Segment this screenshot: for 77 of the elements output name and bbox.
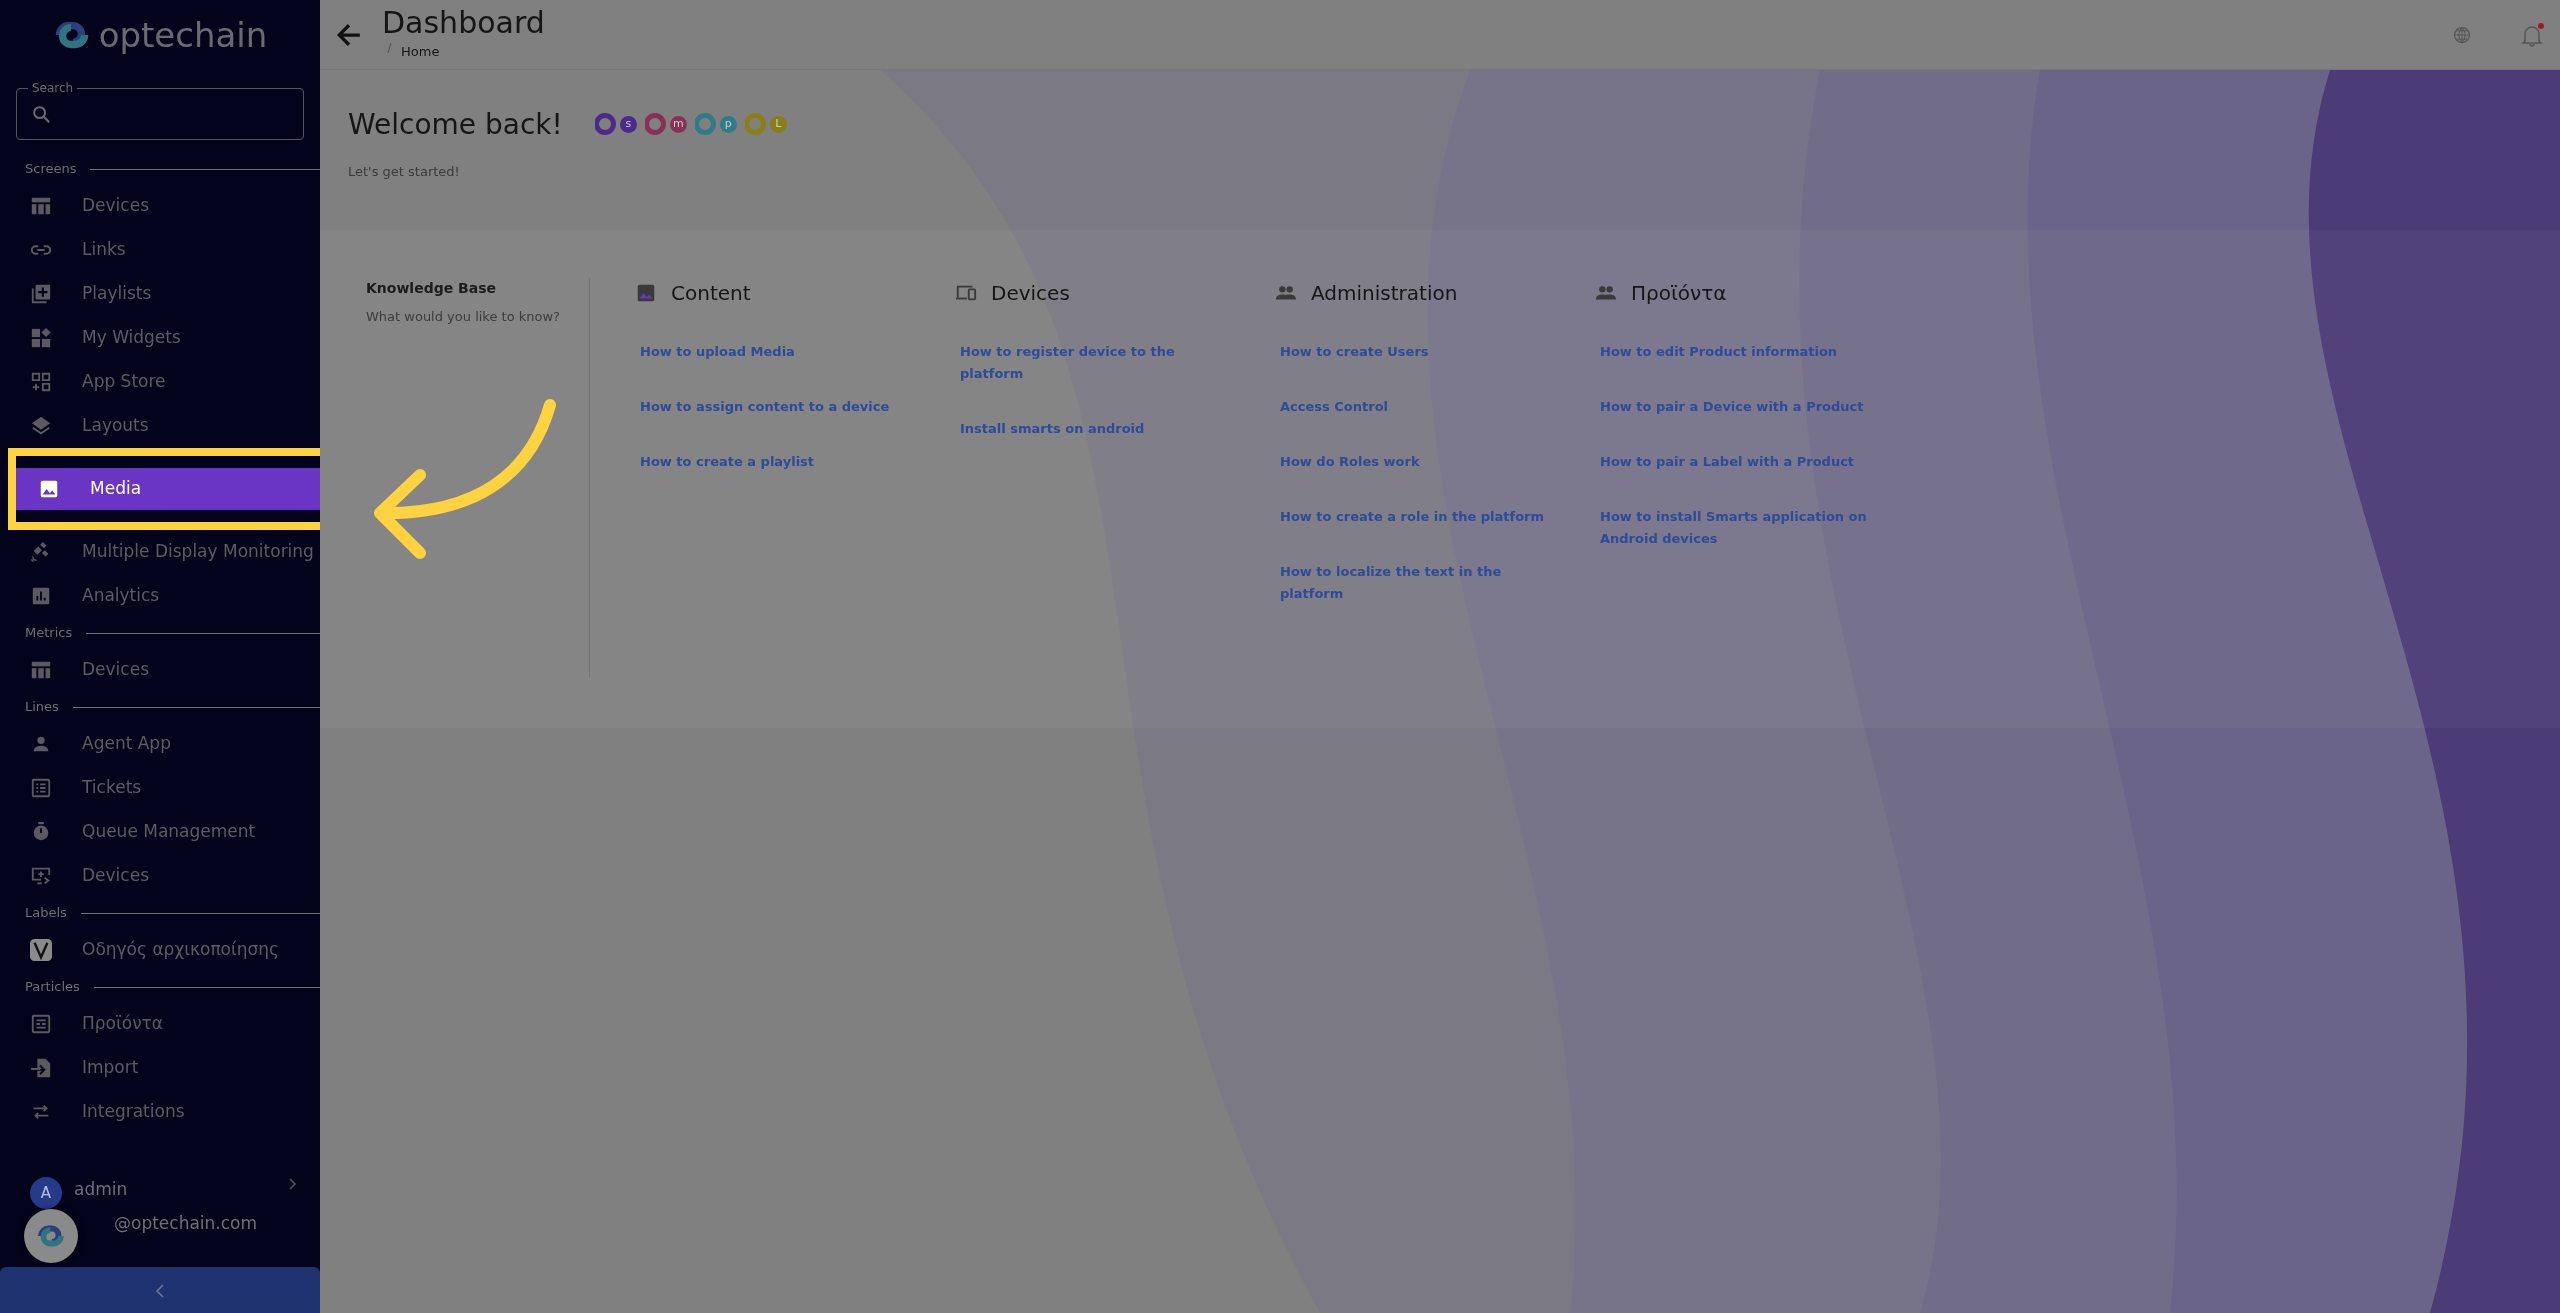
bell-icon[interactable] [2520, 23, 2544, 47]
knowledge-base-subtitle: What would you like to know? [366, 308, 561, 326]
sidebar-item[interactable]: Tickets [0, 766, 320, 810]
sidebar-item[interactable]: Προϊόντα [0, 1002, 320, 1046]
section-title: Metrics [25, 624, 73, 643]
app-logo[interactable]: s [594, 111, 637, 139]
search-icon [31, 104, 51, 124]
category-title: Content [671, 280, 751, 307]
sidebar-item[interactable]: Agent App [0, 722, 320, 766]
sidebar-item[interactable]: Media [16, 468, 320, 510]
article-link[interactable]: How do Roles work [1280, 451, 1550, 473]
help-bubble[interactable] [24, 1209, 78, 1263]
brand-name: optechain [98, 13, 268, 57]
article-link[interactable]: How to create Users [1280, 341, 1550, 363]
category-title: Devices [991, 280, 1070, 307]
apps-icon [30, 371, 52, 393]
app-logo[interactable]: m [644, 111, 687, 139]
sidebar-item[interactable]: Layouts [0, 404, 320, 448]
article-link[interactable]: How to install Smarts application on Android devices [1600, 506, 1870, 550]
widgets-icon [30, 327, 52, 349]
list-icon [30, 777, 52, 799]
article-link[interactable]: How to create a playlist [640, 451, 910, 473]
sidebar-item[interactable]: Multiple Display Monitoring [0, 530, 320, 574]
sidebar-item[interactable]: Queue Management [0, 810, 320, 854]
sidebar-item[interactable]: Integrations [0, 1090, 320, 1134]
app-logo[interactable]: p [694, 111, 737, 139]
page-title: Dashboard [382, 8, 545, 38]
chevron-left-icon [155, 1283, 165, 1298]
document-icon [30, 1013, 52, 1035]
section-title: Particles [25, 978, 80, 997]
table-icon [30, 659, 52, 681]
image-icon [635, 282, 657, 304]
user-name: admin [74, 1178, 129, 1201]
category-title: Προϊόντα [1631, 280, 1727, 307]
sidebar-item[interactable]: Devices [0, 184, 320, 228]
article-link[interactable]: How to pair a Label with a Product [1600, 451, 1870, 473]
sidebar-item[interactable]: Links [0, 228, 320, 272]
article-link[interactable]: How to localize the text in the platform [1280, 561, 1550, 605]
breadcrumb-divider [386, 42, 393, 54]
bar-chart-icon [30, 585, 52, 607]
section-title: Labels [25, 904, 67, 923]
back-arrow-icon[interactable] [336, 22, 362, 48]
welcome-title: Welcome back! [348, 107, 563, 143]
article-link[interactable]: How to edit Product information [1600, 341, 1870, 363]
sidebar-item[interactable]: Import [0, 1046, 320, 1090]
app-logo[interactable]: L [744, 111, 787, 139]
sidebar-item[interactable]: Devices [0, 648, 320, 692]
sidebar-item[interactable]: Playlists [0, 272, 320, 316]
playlist-add-icon [30, 283, 52, 305]
globe-icon[interactable] [2452, 25, 2472, 45]
v-logo-icon [30, 936, 52, 964]
chevron-right-icon[interactable] [288, 1177, 298, 1191]
article-link[interactable]: How to assign content to a device [640, 396, 910, 418]
section-title: Lines [25, 698, 59, 717]
article-link[interactable]: How to upload Media [640, 341, 910, 363]
file-import-icon [30, 1057, 52, 1079]
sidebar-item[interactable]: My Widgets [0, 316, 320, 360]
article-link[interactable]: Access Control [1280, 396, 1550, 418]
knowledge-base-title: Knowledge Base [366, 279, 498, 298]
section-title: Screens [25, 160, 77, 179]
article-link[interactable]: How to create a role in the platform [1280, 506, 1550, 528]
category-title: Administration [1311, 280, 1458, 307]
user-email: @optechain.com [113, 1211, 259, 1235]
sidebar-item[interactable]: App Store [0, 360, 320, 404]
article-link[interactable]: How to register device to the platform [960, 341, 1230, 385]
sidebar-item[interactable]: Analytics [0, 574, 320, 618]
monitor-add-icon [30, 865, 52, 887]
breadcrumb-link[interactable]: Home [401, 42, 440, 62]
sidebar-item[interactable]: Devices [0, 854, 320, 898]
table-icon [30, 195, 52, 217]
article-link[interactable]: Install smarts on android [960, 418, 1230, 440]
layers-icon [30, 415, 52, 437]
article-link[interactable]: How to pair a Device with a Product [1600, 396, 1870, 418]
sidebar-item[interactable]: Οδηγός αρχικοποίησης [0, 928, 320, 972]
avatar: A [30, 1177, 62, 1209]
image-icon [38, 478, 60, 500]
welcome-subtitle: Let's get started! [348, 163, 461, 181]
